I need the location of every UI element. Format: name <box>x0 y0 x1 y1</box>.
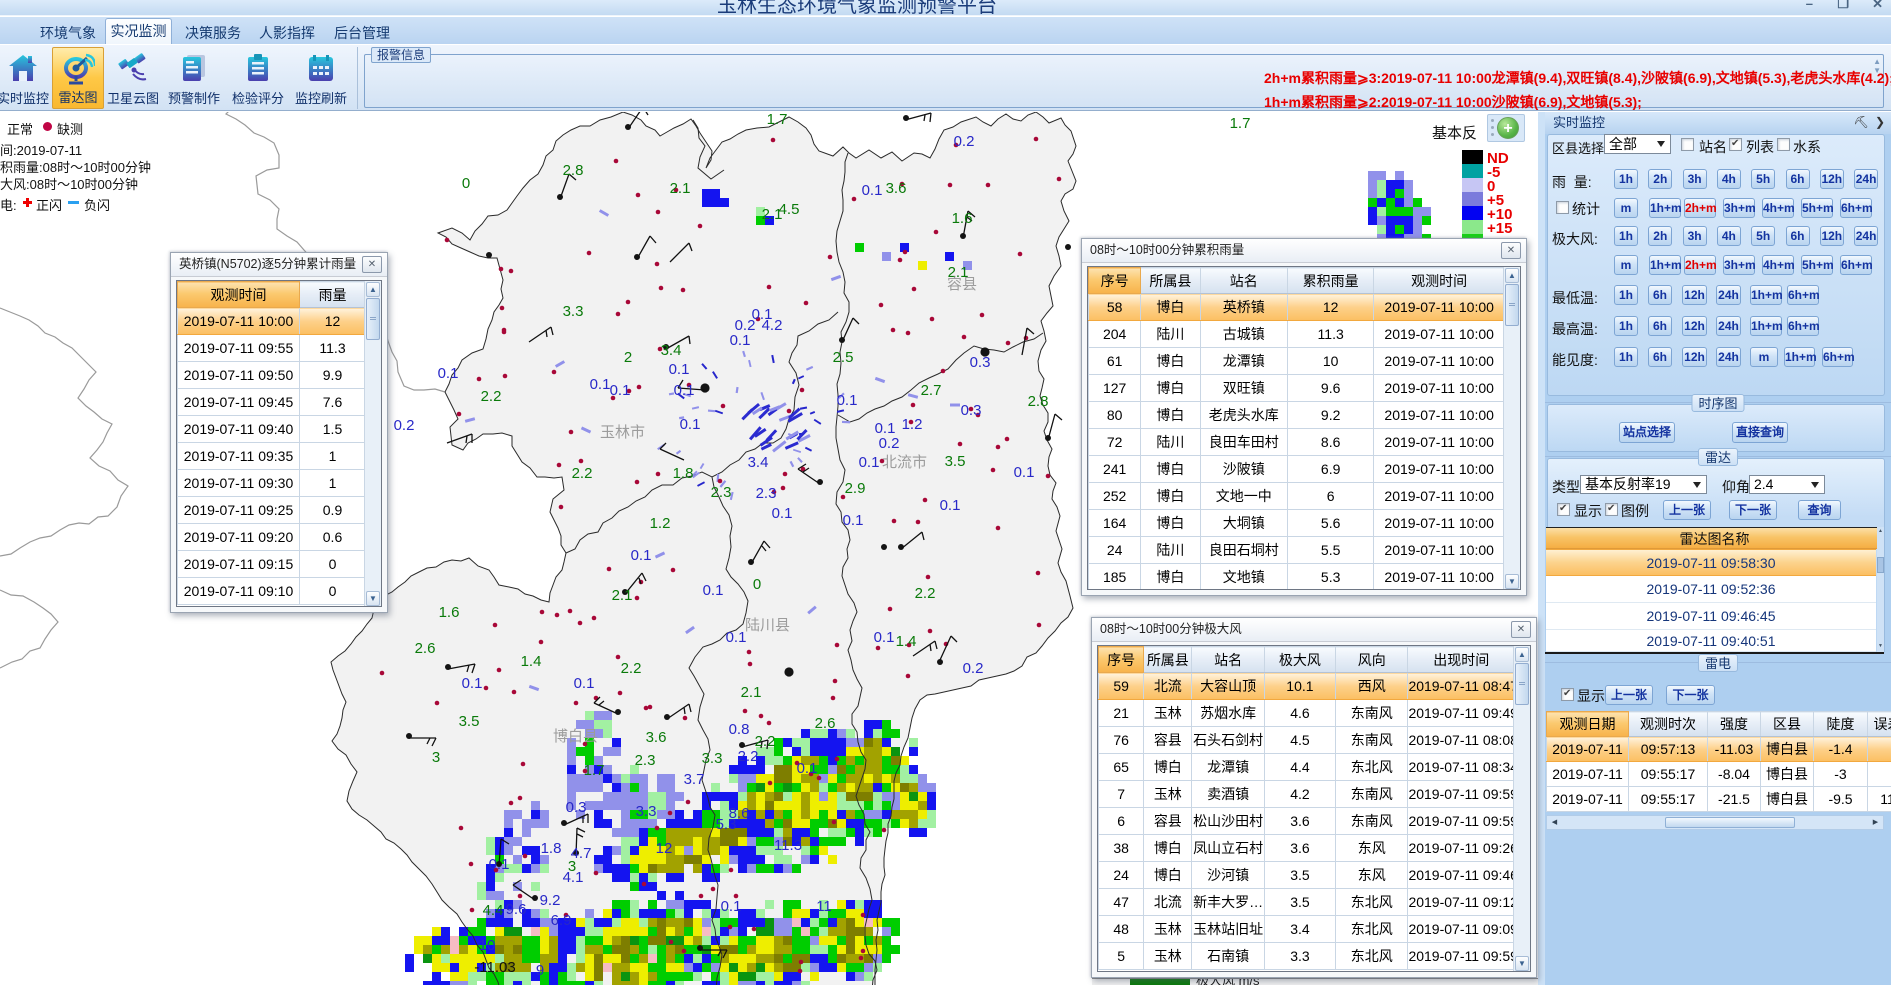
svg-text:9.6: 9.6 <box>506 901 527 918</box>
svg-text:1.8: 1.8 <box>673 465 694 482</box>
svg-text:2.8: 2.8 <box>1028 393 1049 410</box>
svg-text:2.3: 2.3 <box>711 484 732 501</box>
svg-text:0.1: 0.1 <box>862 182 883 199</box>
svg-text:0.1: 0.1 <box>721 898 742 915</box>
svg-text:9: 9 <box>536 962 544 979</box>
svg-text:0.1: 0.1 <box>438 365 459 382</box>
svg-text:北流市: 北流市 <box>882 454 927 471</box>
svg-text:博白县: 博白县 <box>553 728 598 745</box>
svg-text:2.2: 2.2 <box>572 465 593 482</box>
svg-text:8.6: 8.6 <box>729 805 750 822</box>
svg-text:0: 0 <box>462 175 470 192</box>
svg-text:0.8: 0.8 <box>729 721 750 738</box>
svg-text:0.1: 0.1 <box>462 675 483 692</box>
svg-text:0.1: 0.1 <box>680 416 701 433</box>
svg-text:0.1: 0.1 <box>610 382 631 399</box>
svg-text:3.4: 3.4 <box>661 342 682 359</box>
svg-text:4.2: 4.2 <box>762 317 783 334</box>
svg-text:0.3: 0.3 <box>961 402 982 419</box>
svg-text:0.3: 0.3 <box>970 354 991 371</box>
svg-text:1.7: 1.7 <box>767 112 788 128</box>
svg-text:3.7: 3.7 <box>684 771 705 788</box>
svg-text:0.2: 0.2 <box>735 317 756 334</box>
svg-text:1.7: 1.7 <box>584 762 605 779</box>
svg-text:3.5: 3.5 <box>459 713 480 730</box>
svg-text:1.6: 1.6 <box>952 210 973 227</box>
svg-text:2.1: 2.1 <box>741 684 762 701</box>
svg-text:10: 10 <box>479 937 496 954</box>
svg-text:0.1: 0.1 <box>797 760 818 777</box>
svg-text:0.1: 0.1 <box>843 512 864 529</box>
svg-text:0.1: 0.1 <box>837 392 858 409</box>
svg-text:2.2: 2.2 <box>481 388 502 405</box>
svg-text:0.1: 0.1 <box>669 361 690 378</box>
svg-text:容县: 容县 <box>947 276 977 293</box>
svg-text:1.2: 1.2 <box>650 515 671 532</box>
svg-text:4.4: 4.4 <box>483 902 504 919</box>
svg-text:2.3: 2.3 <box>756 485 777 502</box>
svg-text:0.1: 0.1 <box>489 856 510 873</box>
svg-text:11.3: 11.3 <box>774 837 802 854</box>
svg-text:2.1: 2.1 <box>612 587 633 604</box>
svg-text:12: 12 <box>656 840 673 857</box>
svg-text:2.2: 2.2 <box>915 585 936 602</box>
svg-text:0.2: 0.2 <box>879 435 900 452</box>
svg-text:2.2: 2.2 <box>621 660 642 677</box>
svg-text:陆川县: 陆川县 <box>745 617 790 634</box>
svg-text:9.2: 9.2 <box>540 892 561 909</box>
svg-text:2.1: 2.1 <box>670 180 691 197</box>
svg-text:0.1: 0.1 <box>1014 464 1035 481</box>
svg-text:0.2: 0.2 <box>394 417 415 434</box>
svg-text:3.4: 3.4 <box>748 454 769 471</box>
svg-text:3.5: 3.5 <box>945 453 966 470</box>
svg-text:0.1: 0.1 <box>940 497 961 514</box>
svg-text:-11.03: -11.03 <box>474 959 515 976</box>
svg-text:3: 3 <box>432 749 440 766</box>
svg-text:0.2: 0.2 <box>963 660 984 677</box>
svg-text:6.9: 6.9 <box>551 912 572 929</box>
svg-text:0.1: 0.1 <box>574 675 595 692</box>
svg-text:0.2: 0.2 <box>954 133 975 150</box>
svg-text:3.3: 3.3 <box>636 803 657 820</box>
svg-text:0.1: 0.1 <box>703 582 724 599</box>
svg-text:0.1: 0.1 <box>730 332 751 349</box>
svg-text:0: 0 <box>753 576 761 593</box>
svg-text:2.6: 2.6 <box>415 640 436 657</box>
svg-text:4.1: 4.1 <box>563 869 584 886</box>
svg-text:0.1: 0.1 <box>859 454 880 471</box>
svg-text:4.7: 4.7 <box>571 845 592 862</box>
svg-text:2.7: 2.7 <box>921 382 942 399</box>
svg-text:1.4: 1.4 <box>521 653 542 670</box>
svg-text:3.6: 3.6 <box>886 180 907 197</box>
svg-text:0.1: 0.1 <box>726 629 747 646</box>
svg-text:2.8: 2.8 <box>563 162 584 179</box>
svg-text:3.3: 3.3 <box>563 303 584 320</box>
svg-text:0.1: 0.1 <box>772 505 793 522</box>
svg-text:1.2: 1.2 <box>902 416 923 433</box>
svg-text:1.7: 1.7 <box>1230 115 1251 132</box>
svg-text:1.8: 1.8 <box>541 840 562 857</box>
svg-text:11: 11 <box>816 898 832 915</box>
svg-text:2.5: 2.5 <box>833 349 854 366</box>
svg-text:0.1: 0.1 <box>590 376 611 393</box>
svg-text:玉林市: 玉林市 <box>600 424 645 441</box>
svg-text:2.2: 2.2 <box>738 748 759 765</box>
svg-text:0.1: 0.1 <box>674 382 695 399</box>
svg-text:3.3: 3.3 <box>702 750 723 767</box>
svg-text:2.3: 2.3 <box>635 752 656 769</box>
svg-text:0.1: 0.1 <box>874 629 895 646</box>
svg-text:1.6: 1.6 <box>439 604 460 621</box>
svg-text:1.4: 1.4 <box>896 633 917 650</box>
svg-text:2: 2 <box>624 349 632 366</box>
svg-text:0.3: 0.3 <box>566 799 587 816</box>
svg-text:2.6: 2.6 <box>815 715 836 732</box>
svg-text:0.1: 0.1 <box>631 547 652 564</box>
svg-text:2.9: 2.9 <box>845 480 866 497</box>
svg-text:3.6: 3.6 <box>646 729 667 746</box>
svg-text:2.1: 2.1 <box>762 206 783 223</box>
